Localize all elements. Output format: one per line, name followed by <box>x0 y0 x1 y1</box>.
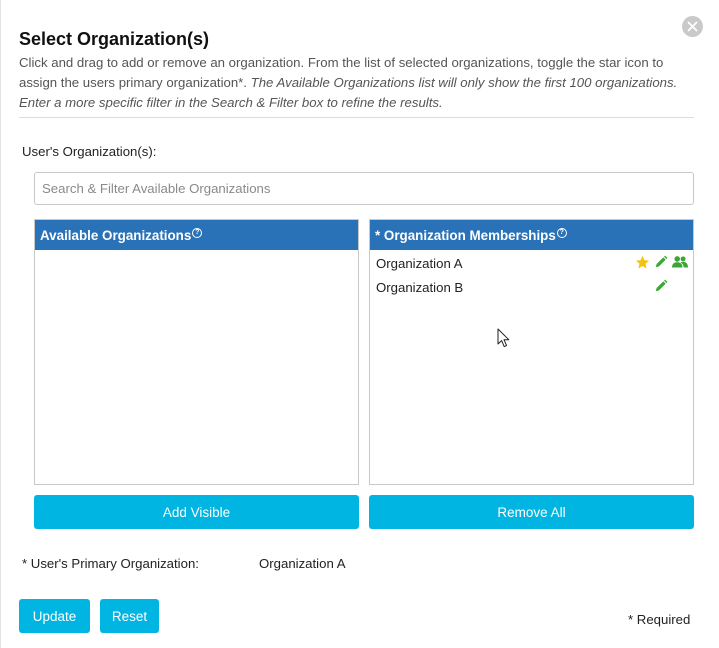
select-organizations-dialog: Select Organization(s) Click and drag to… <box>0 0 719 648</box>
dialog-description: Click and drag to add or remove an organ… <box>19 53 699 113</box>
add-visible-button[interactable]: Add Visible <box>34 495 359 529</box>
divider <box>19 117 694 118</box>
close-button[interactable] <box>682 16 703 37</box>
reset-button[interactable]: Reset <box>100 599 159 633</box>
star-icon[interactable] <box>635 255 650 270</box>
update-button[interactable]: Update <box>19 599 90 633</box>
search-filter-input[interactable] <box>34 172 694 205</box>
help-icon[interactable]: ? <box>192 228 203 238</box>
users-icon[interactable] <box>672 255 688 269</box>
help-icon[interactable]: ? <box>556 228 567 238</box>
close-icon <box>687 21 698 32</box>
available-organizations-title: Available Organizations <box>40 228 192 243</box>
available-organizations-header: Available Organizations? <box>35 220 358 250</box>
user-organizations-label: User's Organization(s): <box>22 144 157 159</box>
available-organizations-list[interactable]: Available Organizations? <box>34 219 359 485</box>
organization-memberships-header: * Organization Memberships? <box>370 220 693 250</box>
required-note: * Required <box>628 612 691 627</box>
organization-memberships-title: * Organization Memberships <box>375 228 556 243</box>
primary-organization-value: Organization A <box>259 556 346 571</box>
organization-memberships-list[interactable]: * Organization Memberships? Organization… <box>369 219 694 485</box>
pencil-icon[interactable] <box>654 255 668 269</box>
pencil-icon[interactable] <box>654 279 668 293</box>
dialog-title: Select Organization(s) <box>19 29 210 49</box>
organization-name: Organization B <box>376 280 464 295</box>
organization-name: Organization A <box>376 256 463 271</box>
remove-all-button[interactable]: Remove All <box>369 495 694 529</box>
mouse-cursor-icon <box>497 328 510 348</box>
primary-organization-label: * User's Primary Organization: <box>22 556 199 571</box>
